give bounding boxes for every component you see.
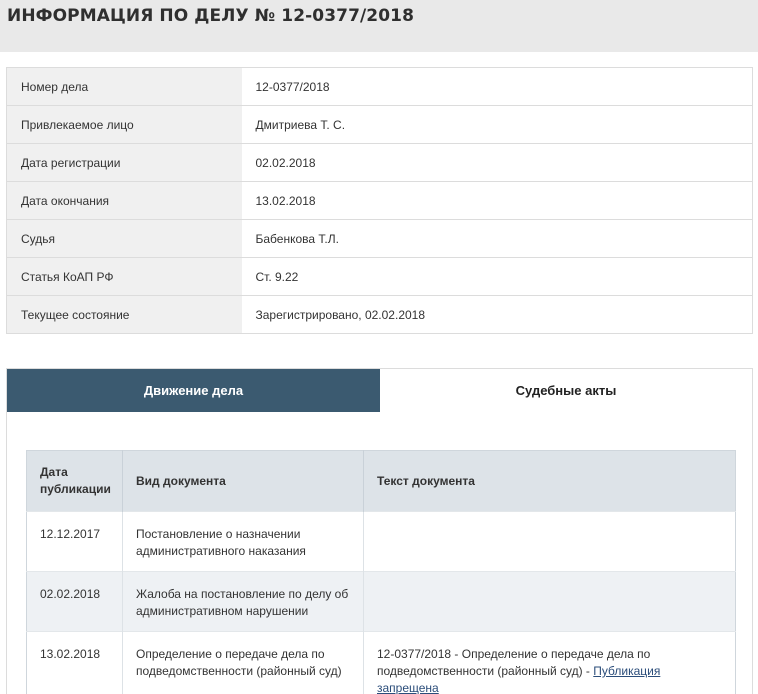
defendant-label: Привлекаемое лицо (6, 105, 242, 144)
case-info-row: Дата окончания 13.02.2018 (6, 181, 753, 220)
case-info-row: Дата регистрации 02.02.2018 (6, 143, 753, 182)
row-doc-type: Определение о передаче дела по подведомс… (122, 631, 364, 694)
row-date: 13.02.2018 (26, 631, 123, 694)
judge-label: Судья (6, 219, 242, 258)
table-header-row: Дата публикации Вид документа Текст доку… (26, 450, 736, 512)
row-date: 12.12.2017 (26, 511, 123, 572)
case-info-table: Номер дела 12-0377/2018 Привлекаемое лиц… (6, 67, 753, 334)
row-doc-type: Постановление о назначении административ… (122, 511, 364, 572)
column-header-doc-type: Вид документа (122, 450, 364, 512)
article-value: Ст. 9.22 (241, 257, 753, 296)
defendant-value: Дмитриева Т. С. (241, 105, 753, 144)
case-number-label: Номер дела (6, 67, 242, 106)
tab-court-acts[interactable]: Судебные акты (380, 369, 752, 412)
case-info-row: Статья КоАП РФ Ст. 9.22 (6, 257, 753, 296)
case-info-row: Судья Бабенкова Т.Л. (6, 219, 753, 258)
registration-date-value: 02.02.2018 (241, 143, 753, 182)
table-row: 13.02.2018 Определение о передаче дела п… (26, 631, 736, 694)
page-title: ИНФОРМАЦИЯ ПО ДЕЛУ № 12-0377/2018 (7, 6, 415, 26)
case-info-row: Текущее состояние Зарегистрировано, 02.0… (6, 295, 753, 334)
page-header: ИНФОРМАЦИЯ ПО ДЕЛУ № 12-0377/2018 (0, 0, 758, 52)
row-doc-text (363, 571, 736, 632)
row-doc-text: 12-0377/2018 - Определение о передаче де… (363, 631, 736, 694)
tab-bar: Движение дела Судебные акты (7, 369, 752, 412)
current-status-value: Зарегистрировано, 02.02.2018 (241, 295, 753, 334)
judge-value: Бабенкова Т.Л. (241, 219, 753, 258)
article-label: Статья КоАП РФ (6, 257, 242, 296)
case-info-row: Привлекаемое лицо Дмитриева Т. С. (6, 105, 753, 144)
row-doc-text (363, 511, 736, 572)
row-date: 02.02.2018 (26, 571, 123, 632)
case-info-row: Номер дела 12-0377/2018 (6, 67, 753, 106)
row-doc-type: Жалоба на постановление по делу об админ… (122, 571, 364, 632)
column-header-doc-text: Текст документа (363, 450, 736, 512)
end-date-value: 13.02.2018 (241, 181, 753, 220)
table-row: 12.12.2017 Постановление о назначении ад… (26, 511, 736, 572)
column-header-date: Дата публикации (26, 450, 123, 512)
end-date-label: Дата окончания (6, 181, 242, 220)
tabs-panel: Движение дела Судебные акты Дата публика… (6, 368, 753, 694)
case-events-table: Дата публикации Вид документа Текст доку… (26, 450, 736, 694)
case-number-value: 12-0377/2018 (241, 67, 753, 106)
current-status-label: Текущее состояние (6, 295, 242, 334)
table-row: 02.02.2018 Жалоба на постановление по де… (26, 571, 736, 632)
registration-date-label: Дата регистрации (6, 143, 242, 182)
tab-case-movement[interactable]: Движение дела (7, 369, 380, 412)
